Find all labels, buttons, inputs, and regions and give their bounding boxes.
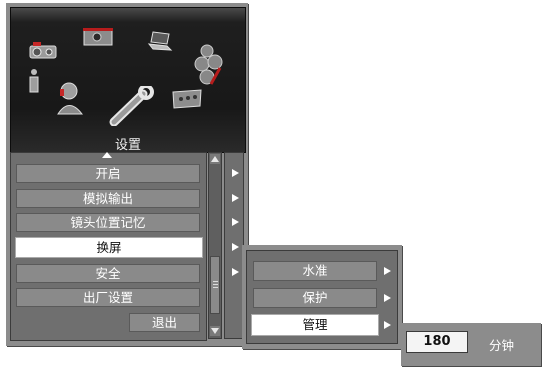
balls-icon xyxy=(193,44,227,88)
scroll-up-icon xyxy=(211,156,219,162)
grip-line xyxy=(213,281,218,282)
settings-menu-window: 设置 开启 模拟输出 镜头位置记忆 换屏 安全 出厂设置 退出 xyxy=(6,3,248,346)
scrollbar-thumb[interactable] xyxy=(210,256,220,314)
scrollbar-down-button[interactable] xyxy=(210,326,220,336)
submenu-item-manage[interactable]: 管理 xyxy=(251,314,379,336)
projector-icon xyxy=(29,42,59,64)
wrench-icon xyxy=(109,86,155,126)
person-icon xyxy=(56,81,84,115)
menu-item-lens-memory[interactable]: 镜头位置记忆 xyxy=(16,213,200,232)
arrow-right-icon[interactable] xyxy=(384,321,391,329)
timer-value-box: 180 分钟 xyxy=(401,323,541,366)
arrow-right-icon[interactable] xyxy=(232,194,239,202)
arrow-right-icon[interactable] xyxy=(232,268,239,276)
submenu-item-protect[interactable]: 保护 xyxy=(253,288,377,308)
menu-item-start[interactable]: 开启 xyxy=(16,164,200,183)
settings-banner: 设置 xyxy=(10,7,246,153)
menu-scrollbar[interactable] xyxy=(208,152,222,339)
menu-item-screen-change[interactable]: 换屏 xyxy=(15,237,203,258)
scroll-down-icon xyxy=(211,328,219,334)
remote-icon xyxy=(171,88,203,110)
timer-unit-label: 分钟 xyxy=(489,338,515,353)
menu-title: 设置 xyxy=(114,138,141,153)
menu-item-analog-output[interactable]: 模拟输出 xyxy=(16,189,200,208)
arrow-right-icon[interactable] xyxy=(232,169,239,177)
arrow-right-icon[interactable] xyxy=(232,243,239,251)
arrow-right-icon[interactable] xyxy=(232,218,239,226)
grip-line xyxy=(213,284,218,285)
info-icon xyxy=(27,68,41,94)
screen-change-submenu: 水准 保护 管理 xyxy=(242,245,402,349)
scrollbar-up-button[interactable] xyxy=(210,154,220,164)
submenu-list: 水准 保护 管理 xyxy=(246,250,398,344)
arrow-right-icon[interactable] xyxy=(384,267,391,275)
menu-item-factory-reset[interactable]: 出厂设置 xyxy=(16,288,200,307)
submenu-item-level[interactable]: 水准 xyxy=(253,261,377,281)
exit-button[interactable]: 退出 xyxy=(129,313,200,332)
arrow-right-icon[interactable] xyxy=(384,294,391,302)
grip-line xyxy=(213,287,218,288)
submenu-arrow-column xyxy=(224,152,244,339)
timer-value-field[interactable]: 180 xyxy=(406,331,468,353)
menu-list: 开启 模拟输出 镜头位置记忆 换屏 安全 出厂设置 退出 xyxy=(10,152,207,341)
screen-icon xyxy=(83,28,113,50)
scroll-up-icon[interactable] xyxy=(102,152,112,158)
menu-item-security[interactable]: 安全 xyxy=(16,264,200,283)
laptop-icon xyxy=(147,30,173,52)
